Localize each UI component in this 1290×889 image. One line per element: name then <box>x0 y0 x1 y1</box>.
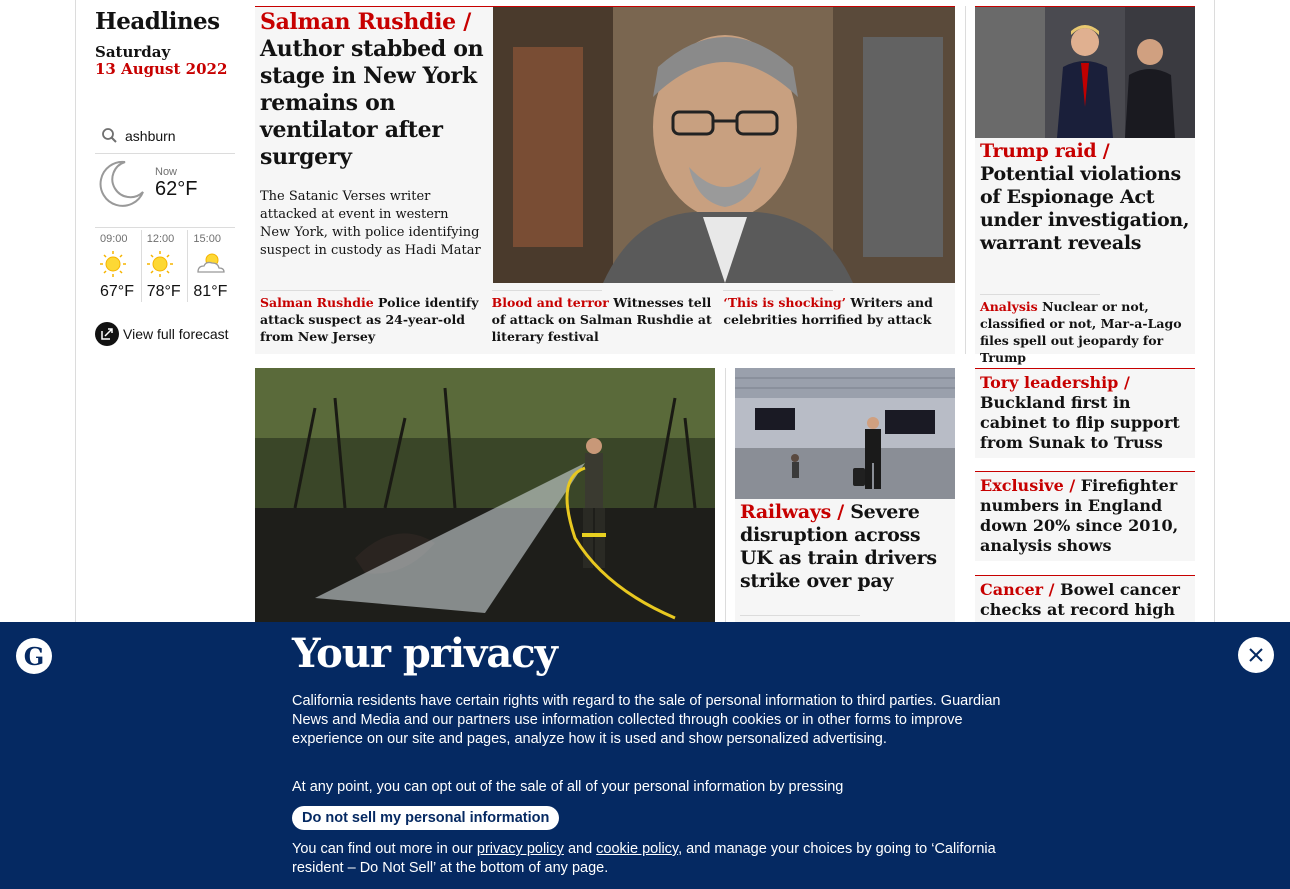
headline-text: Buckland first in cabinet to flip suppor… <box>980 393 1180 452</box>
sun-icon <box>146 248 180 284</box>
svg-text:G: G <box>24 642 45 671</box>
related-link[interactable]: Blood and terror Witnesses tell of attac… <box>491 290 724 345</box>
railways-story-card[interactable]: Railways / Severe disruption across UK a… <box>735 368 955 628</box>
related-kicker: ‘This is shocking’ <box>723 295 847 310</box>
story-photo[interactable] <box>493 7 955 283</box>
story-kicker: Railways / <box>740 501 844 523</box>
forecast-slot: 12:00 78°F <box>142 230 189 302</box>
forecast-time: 15:00 <box>193 233 221 245</box>
moon-icon <box>95 158 147 214</box>
partly-cloudy-icon <box>192 248 228 284</box>
privacy-text: You can find out more in our <box>292 841 473 857</box>
story-kicker: Trump raid / <box>980 140 1110 162</box>
top-story-card[interactable]: Salman Rushdie / Author stabbed on stage… <box>255 6 955 354</box>
trump-story-card[interactable]: Trump raid / Potential violations of Esp… <box>975 6 1195 365</box>
close-button[interactable] <box>1238 637 1274 673</box>
story-kicker: Tory leadership / <box>980 373 1130 392</box>
weather-location-search[interactable] <box>95 118 235 154</box>
search-icon <box>99 125 121 147</box>
small-story-headline[interactable]: Exclusive / Firefighter numbers in Engla… <box>975 472 1195 560</box>
headline-text: Author stabbed on stage in New York rema… <box>260 36 484 170</box>
hourly-forecast: 09:00 67°F 12:00 78°F 15:00 81°F <box>95 230 235 302</box>
privacy-banner: G Your privacy California residents have… <box>0 622 1290 889</box>
date: 13 August 2022 <box>95 60 228 78</box>
privacy-paragraph: You can find out more in our privacy pol… <box>292 840 1002 878</box>
related-kicker: Blood and terror <box>491 295 609 310</box>
location-input[interactable] <box>125 127 235 144</box>
top-story-headline[interactable]: Salman Rushdie / Author stabbed on stage… <box>260 9 485 171</box>
close-icon <box>1249 648 1263 662</box>
forecast-temperature: 67°F <box>100 283 134 300</box>
railways-story-headline[interactable]: Railways / Severe disruption across UK a… <box>740 501 950 593</box>
forecast-time: 12:00 <box>146 233 175 245</box>
external-link-icon <box>95 322 119 346</box>
related-link[interactable]: ‘This is shocking’ Writers and celebriti… <box>723 290 955 345</box>
forecast-time: 09:00 <box>100 233 128 245</box>
forecast-temperature: 78°F <box>146 283 181 300</box>
now-temperature: 62°F <box>155 178 198 200</box>
related-kicker: Analysis <box>980 299 1038 314</box>
forecast-slot: 15:00 81°F <box>188 230 235 302</box>
privacy-paragraph: California residents have certain rights… <box>292 693 1001 747</box>
story-kicker: Salman Rushdie / <box>260 9 471 35</box>
forecast-slot: 09:00 67°F <box>95 230 142 302</box>
now-label: Now <box>155 166 178 178</box>
day-name: Saturday <box>95 43 171 61</box>
related-links: Salman Rushdie Police identify attack su… <box>260 290 955 345</box>
story-kicker: Cancer / <box>980 580 1055 599</box>
column-divider <box>725 368 726 628</box>
cookie-policy-link[interactable]: cookie policy <box>596 841 678 857</box>
divider <box>740 615 860 616</box>
forecast-temperature: 81°F <box>193 283 228 300</box>
do-not-sell-button[interactable]: Do not sell my personal information <box>292 806 560 830</box>
headline-text: Potential violations of Espionage Act un… <box>980 163 1190 254</box>
related-link[interactable]: Analysis Nuclear or not, classified or n… <box>980 294 1190 366</box>
standfirst: The Satanic Verses writer attacked at ev… <box>260 189 481 258</box>
privacy-policy-link[interactable]: privacy policy <box>477 841 564 857</box>
story-kicker: Exclusive / <box>980 476 1076 495</box>
related-kicker: Salman Rushdie <box>260 295 374 310</box>
view-full-forecast-link[interactable]: View full forecast <box>95 322 229 346</box>
story-photo[interactable] <box>735 368 955 499</box>
small-story-card[interactable]: Tory leadership / Buckland first in cabi… <box>975 368 1195 458</box>
privacy-paragraph: At any point, you can opt out of the sal… <box>292 779 844 795</box>
section-title: Headlines <box>95 8 220 35</box>
column-divider <box>965 6 966 354</box>
full-forecast-label: View full forecast <box>123 326 229 342</box>
small-story-card[interactable]: Exclusive / Firefighter numbers in Engla… <box>975 471 1195 561</box>
guardian-logo-icon: G <box>16 638 52 674</box>
trump-story-headline[interactable]: Trump raid / Potential violations of Esp… <box>980 140 1190 255</box>
privacy-title: Your privacy <box>292 630 558 677</box>
sun-icon <box>99 248 133 284</box>
privacy-text: and <box>567 841 593 857</box>
current-weather: Now 62°F <box>95 158 235 228</box>
related-link[interactable]: Salman Rushdie Police identify attack su… <box>260 290 492 345</box>
firefighter-photo[interactable] <box>255 368 715 623</box>
small-story-headline[interactable]: Tory leadership / Buckland first in cabi… <box>975 369 1195 457</box>
story-photo[interactable] <box>975 7 1195 138</box>
